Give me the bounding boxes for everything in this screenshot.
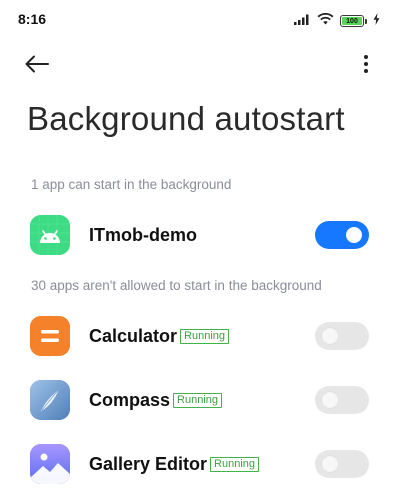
app-row-compass[interactable]: Compass Running [0, 372, 400, 428]
autostart-toggle[interactable] [315, 322, 369, 350]
running-badge: Running [210, 457, 260, 472]
status-time: 8:16 [18, 11, 47, 27]
app-name: Calculator Running [89, 326, 230, 347]
back-button[interactable] [24, 50, 56, 78]
status-icons: 100 [294, 12, 380, 30]
app-row-calculator[interactable]: Calculator Running [0, 308, 400, 364]
autostart-toggle[interactable] [315, 221, 369, 249]
app-name: ITmob-demo [89, 225, 197, 245]
back-arrow-icon [25, 55, 49, 73]
running-badge: Running [180, 329, 230, 344]
app-row-itmob-demo[interactable]: ITmob-demo [0, 207, 400, 263]
blocked-section-header: 30 apps aren't allowed to start in the b… [31, 278, 322, 293]
running-badge: Running [173, 393, 223, 408]
app-name: Gallery Editor Running [89, 454, 260, 475]
autostart-toggle[interactable] [315, 386, 369, 414]
status-bar: 8:16 100 [0, 0, 400, 38]
android-app-icon [30, 215, 70, 255]
page-title: Background autostart [27, 100, 345, 137]
allowed-section-header: 1 app can start in the background [31, 177, 232, 192]
calculator-icon [30, 316, 70, 356]
app-row-gallery-editor[interactable]: Gallery Editor Running [0, 436, 400, 492]
compass-icon [30, 380, 70, 420]
charging-icon [373, 12, 380, 30]
autostart-toggle[interactable] [315, 450, 369, 478]
app-name: Compass Running [89, 390, 223, 411]
battery-level: 100 [342, 17, 362, 25]
screen: 8:16 100 Background autostart 1 app can … [0, 0, 400, 495]
more-options-button[interactable] [360, 50, 372, 78]
battery-icon: 100 [340, 15, 367, 27]
gallery-editor-icon [30, 444, 70, 484]
more-vertical-icon [364, 55, 368, 59]
signal-icon [294, 12, 311, 30]
wifi-icon [317, 12, 334, 30]
